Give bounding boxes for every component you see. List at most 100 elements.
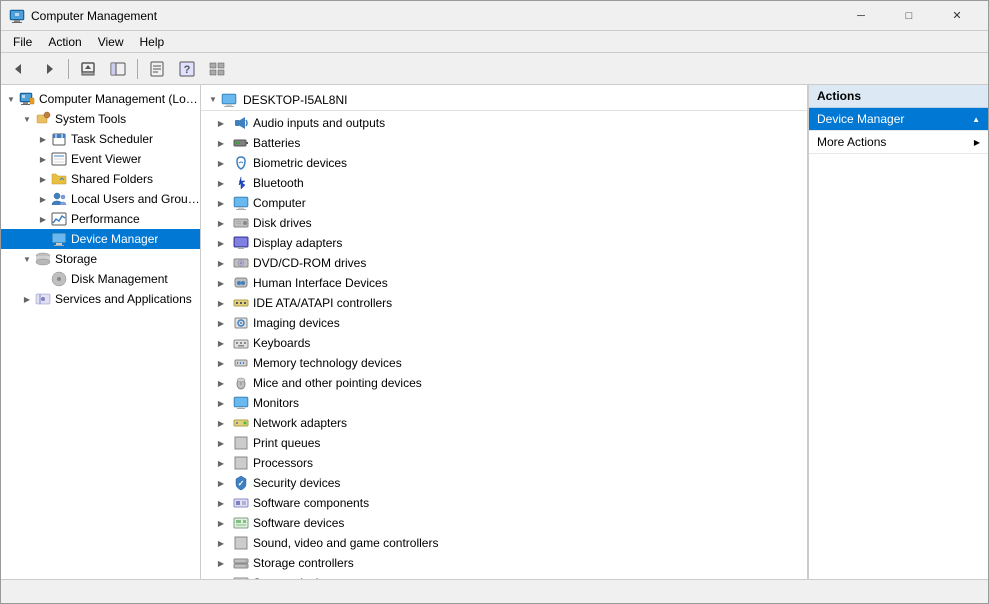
toolbar-view-button[interactable] <box>203 56 231 82</box>
menu-view[interactable]: View <box>90 33 132 51</box>
keyboard-icon <box>233 335 249 351</box>
device-item-computer[interactable]: ▶ Computer <box>201 193 807 213</box>
toolbar-up-button[interactable] <box>74 56 102 82</box>
expand-arrow-mice[interactable]: ▶ <box>209 379 233 388</box>
computer-name-label: DESKTOP-I5AL8NI <box>243 93 347 107</box>
expand-arrow-storage-controllers[interactable]: ▶ <box>209 559 233 568</box>
software-icon <box>233 495 249 511</box>
menu-help[interactable]: Help <box>132 33 173 51</box>
device-item-security[interactable]: ▶ ✓ Security devices <box>201 473 807 493</box>
computer-expand-arrow[interactable] <box>205 92 221 108</box>
expand-arrow-software-components[interactable]: ▶ <box>209 499 233 508</box>
expand-arrow-bluetooth[interactable]: ▶ <box>209 179 233 188</box>
sound-icon <box>233 535 249 551</box>
device-label-display-adapters: Display adapters <box>253 236 342 250</box>
expand-arrow-software-devices[interactable]: ▶ <box>209 519 233 528</box>
expand-arrow-computer[interactable]: ▶ <box>209 199 233 208</box>
action-item-more-actions-arrow: ▶ <box>974 138 980 147</box>
expand-arrow-processors[interactable]: ▶ <box>209 459 233 468</box>
device-item-batteries[interactable]: ▶ Batteries <box>201 133 807 153</box>
software-device-icon <box>233 515 249 531</box>
menu-file[interactable]: File <box>5 33 40 51</box>
device-item-disk-drives[interactable]: ▶ Disk drives <box>201 213 807 233</box>
device-item-software-devices[interactable]: ▶ Software devices <box>201 513 807 533</box>
tree-label-local-users: Local Users and Groups <box>71 192 200 206</box>
toolbar-properties-button[interactable] <box>143 56 171 82</box>
expand-arrow-batteries[interactable]: ▶ <box>209 139 233 148</box>
tree-item-local-users[interactable]: Local Users and Groups <box>1 189 200 209</box>
tree-label-services-apps: Services and Applications <box>55 292 192 306</box>
expand-arrow-display-adapters[interactable]: ▶ <box>209 239 233 248</box>
computer-mgmt-icon <box>19 91 35 107</box>
expand-arrow-performance[interactable] <box>35 211 51 227</box>
action-item-more-actions[interactable]: More Actions ▶ <box>809 131 988 154</box>
tree-item-device-manager[interactable]: Device Manager <box>1 229 200 249</box>
action-item-device-manager[interactable]: Device Manager ▲ <box>809 108 988 131</box>
expand-arrow-shared-folders[interactable] <box>35 171 51 187</box>
device-item-mice[interactable]: ▶ Mice and other pointing devices <box>201 373 807 393</box>
menu-action[interactable]: Action <box>40 33 89 51</box>
expand-arrow-security[interactable]: ▶ <box>209 479 233 488</box>
expand-arrow-biometric[interactable]: ▶ <box>209 159 233 168</box>
expand-arrow-disk-drives[interactable]: ▶ <box>209 219 233 228</box>
device-label-security: Security devices <box>253 476 340 490</box>
device-item-print-queues[interactable]: ▶ Print queues <box>201 433 807 453</box>
expand-arrow-dvd-drives[interactable]: ▶ <box>209 259 233 268</box>
device-item-software-components[interactable]: ▶ Software components <box>201 493 807 513</box>
expand-arrow-keyboards[interactable]: ▶ <box>209 339 233 348</box>
tree-item-disk-management[interactable]: Disk Management <box>1 269 200 289</box>
tree-item-storage[interactable]: Storage <box>1 249 200 269</box>
expand-arrow-hid[interactable]: ▶ <box>209 279 233 288</box>
device-item-monitors[interactable]: ▶ Monitors <box>201 393 807 413</box>
expand-arrow-memory[interactable]: ▶ <box>209 359 233 368</box>
device-item-display-adapters[interactable]: ▶ Display adapters <box>201 233 807 253</box>
device-label-mice: Mice and other pointing devices <box>253 376 422 390</box>
tree-item-shared-folders[interactable]: Shared Folders <box>1 169 200 189</box>
maximize-button[interactable]: □ <box>886 1 932 31</box>
expand-arrow-ide[interactable]: ▶ <box>209 299 233 308</box>
minimize-button[interactable]: ─ <box>838 1 884 31</box>
tree-item-services-apps[interactable]: Services and Applications <box>1 289 200 309</box>
device-item-storage-controllers[interactable]: ▶ Storage controllers <box>201 553 807 573</box>
toolbar: ? <box>1 53 988 85</box>
device-item-dvd-drives[interactable]: ▶ DVD/CD-ROM drives <box>201 253 807 273</box>
expand-arrow-imaging[interactable]: ▶ <box>209 319 233 328</box>
device-item-biometric[interactable]: ▶ Biometric devices <box>201 153 807 173</box>
toolbar-back-button[interactable] <box>5 56 33 82</box>
device-item-bluetooth[interactable]: ▶ Bluetooth <box>201 173 807 193</box>
device-item-hid[interactable]: ▶ Human Interface Devices <box>201 273 807 293</box>
expand-arrow-event-viewer[interactable] <box>35 151 51 167</box>
device-item-network[interactable]: ▶ Network adapters <box>201 413 807 433</box>
toolbar-help-button[interactable]: ? <box>173 56 201 82</box>
expand-arrow-services-apps[interactable] <box>19 291 35 307</box>
device-label-memory: Memory technology devices <box>253 356 402 370</box>
tree-item-performance[interactable]: Performance <box>1 209 200 229</box>
device-item-memory[interactable]: ▶ Memory technology devices <box>201 353 807 373</box>
tree-item-task-scheduler[interactable]: Task Scheduler <box>1 129 200 149</box>
device-item-keyboards[interactable]: ▶ Keyboards <box>201 333 807 353</box>
device-item-imaging[interactable]: ▶ Imaging devices <box>201 313 807 333</box>
tree-item-computer-management[interactable]: Computer Management (Local <box>1 89 200 109</box>
expand-arrow-monitors[interactable]: ▶ <box>209 399 233 408</box>
device-item-ide[interactable]: ▶ IDE ATA/ATAPI controllers <box>201 293 807 313</box>
close-button[interactable]: ✕ <box>934 1 980 31</box>
expand-arrow-task-scheduler[interactable] <box>35 131 51 147</box>
expand-arrow-system-tools[interactable] <box>19 111 35 127</box>
tree-item-system-tools[interactable]: System Tools <box>1 109 200 129</box>
tree-item-event-viewer[interactable]: Event Viewer <box>1 149 200 169</box>
tree-label-storage: Storage <box>55 252 97 266</box>
toolbar-forward-button[interactable] <box>35 56 63 82</box>
expand-arrow-network[interactable]: ▶ <box>209 419 233 428</box>
device-item-processors[interactable]: ▶ Processors <box>201 453 807 473</box>
expand-arrow-local-users[interactable] <box>35 191 51 207</box>
expand-arrow-storage[interactable] <box>19 251 35 267</box>
device-item-audio[interactable]: ▶ Audio inputs and outputs <box>201 113 807 133</box>
expand-arrow-print-queues[interactable]: ▶ <box>209 439 233 448</box>
expand-arrow-computer-management[interactable] <box>3 91 19 107</box>
device-item-sound-video[interactable]: ▶ Sound, video and game controllers <box>201 533 807 553</box>
disk-icon <box>51 271 67 287</box>
expand-arrow-audio[interactable]: ▶ <box>209 119 233 128</box>
expand-arrow-sound-video[interactable]: ▶ <box>209 539 233 548</box>
actions-header: Actions <box>809 85 988 108</box>
toolbar-show-hide-button[interactable] <box>104 56 132 82</box>
